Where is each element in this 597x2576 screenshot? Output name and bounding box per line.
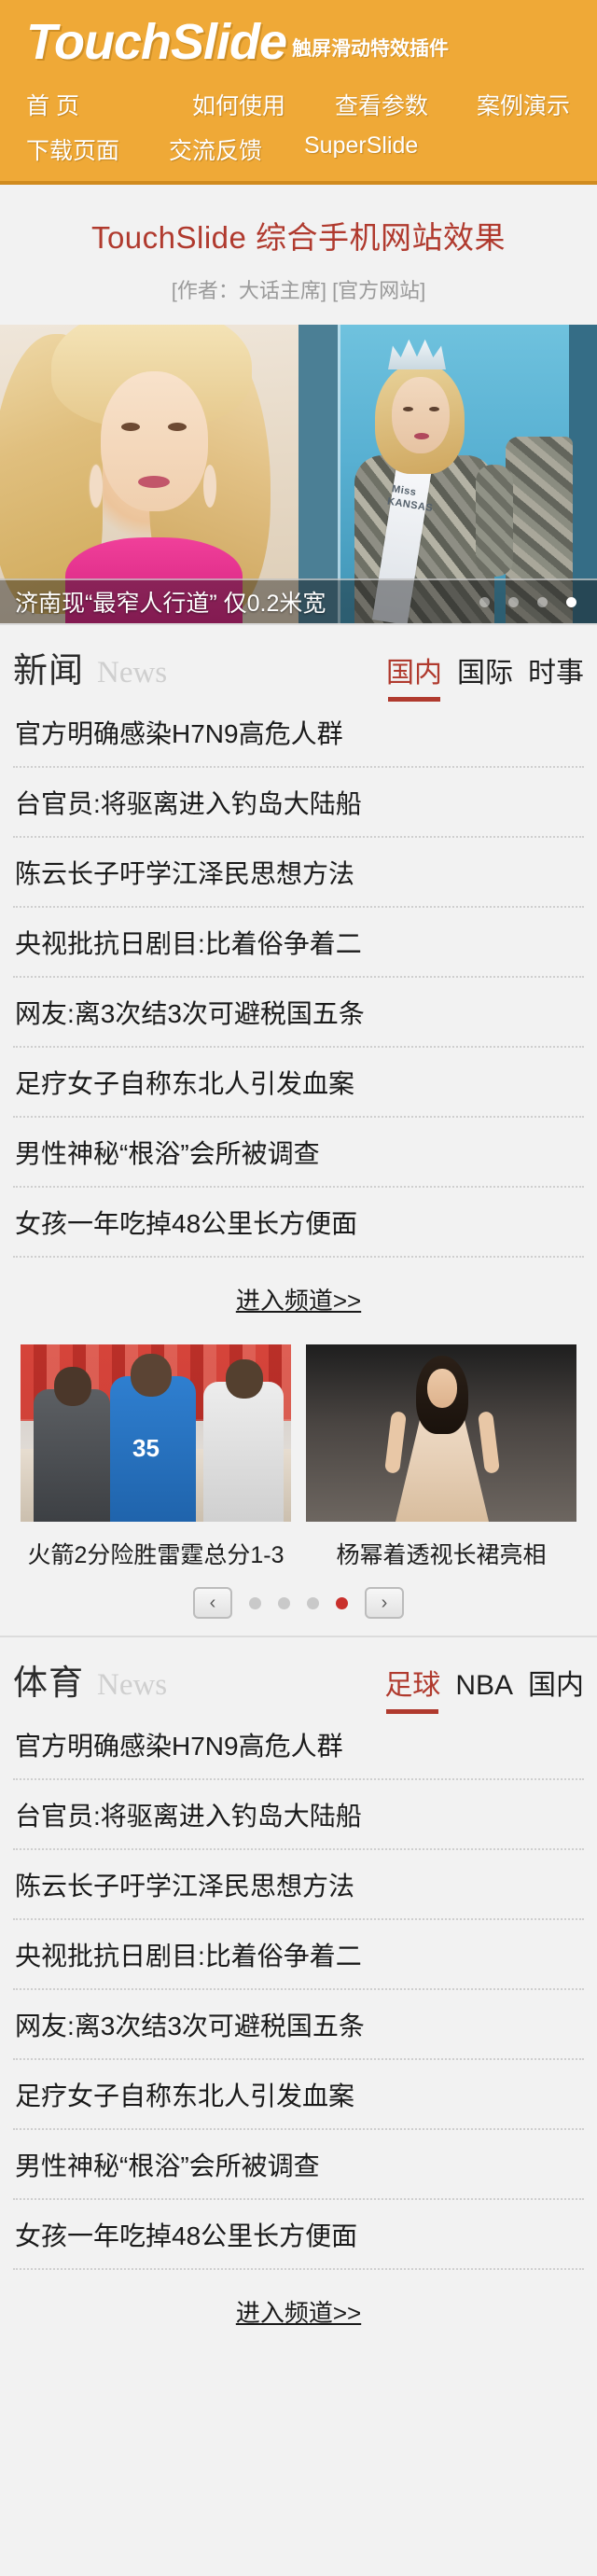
primary-nav-row-2: 下载页面 交流反馈 SuperSlide xyxy=(0,132,597,166)
nav-item-how-to-use[interactable]: 如何使用 xyxy=(192,88,335,121)
list-item[interactable]: 网友:离3次结3次可避税国五条 xyxy=(13,978,584,1048)
list-item[interactable]: 男性神秘“根浴”会所被调查 xyxy=(13,2130,584,2200)
decorative-shape xyxy=(101,371,208,511)
tab-sports-football[interactable]: 足球 xyxy=(384,1662,440,1714)
tab-news-current-affairs[interactable]: 时事 xyxy=(528,649,584,700)
decorative-shape xyxy=(90,465,103,508)
section-sports-title-en: News xyxy=(97,1668,168,1702)
news-more-wrap: 进入频道>> xyxy=(0,1258,597,1339)
pager-dots xyxy=(249,1596,348,1609)
decorative-shape xyxy=(34,1389,110,1522)
banner-caption-bar: 济南现“最窄人行道” 仅0.2米宽 xyxy=(0,578,597,623)
decorative-shape xyxy=(131,1354,172,1397)
pager-dot-2[interactable] xyxy=(278,1596,290,1609)
decorative-shape xyxy=(54,1367,91,1406)
pager-dot-3[interactable] xyxy=(307,1596,319,1609)
picture-thumbnail-celebrity[interactable] xyxy=(306,1344,576,1522)
page-title: TouchSlide 综合手机网站效果 xyxy=(90,220,507,255)
author-link[interactable]: [作者：大话主席] xyxy=(172,279,326,302)
section-sports: 体育 News 足球 NBA 国内 官方明确感染H7N9高危人群 台官员:将驱离… xyxy=(0,1636,597,2351)
nav-item-demos[interactable]: 案例演示 xyxy=(477,88,570,121)
section-news-title-en: News xyxy=(97,656,168,689)
nav-item-home[interactable]: 首 页 xyxy=(26,88,192,121)
sports-more-wrap: 进入频道>> xyxy=(0,2270,597,2351)
logo-sub-text: 触屏滑动特效插件 xyxy=(292,38,450,60)
banner-dot-1[interactable] xyxy=(479,596,490,607)
next-arrow-icon[interactable]: › xyxy=(365,1587,404,1619)
list-item[interactable]: 官方明确感染H7N9高危人群 xyxy=(13,1710,584,1780)
logo: TouchSlide 触屏滑动特效插件 xyxy=(0,17,597,67)
prev-arrow-icon[interactable]: ‹ xyxy=(193,1587,232,1619)
picture-slider[interactable]: 35 火箭2分险胜雷霆总分1-3 杨幂着透视长裙亮相 ‹ › xyxy=(0,1339,597,1636)
pager-dot-4-active[interactable] xyxy=(336,1596,348,1609)
decorative-shape xyxy=(203,465,216,508)
decorative-shape xyxy=(429,407,439,411)
banner-dot-2[interactable] xyxy=(508,596,519,607)
list-item[interactable]: 足疗女子自称东北人引发血案 xyxy=(13,1048,584,1118)
banner-dot-4-active[interactable] xyxy=(566,596,576,607)
section-news-tabs: 国内 国际 时事 xyxy=(386,649,584,702)
section-news: 新闻 News 国内 国际 时事 官方明确感染H7N9高危人群 台官员:将驱离进… xyxy=(0,623,597,1636)
list-item[interactable]: 陈云长子吁学江泽民思想方法 xyxy=(13,838,584,908)
list-item[interactable]: 网友:离3次结3次可避税国五条 xyxy=(13,1990,584,2060)
list-item[interactable]: 台官员:将驱离进入钓岛大陆船 xyxy=(13,1780,584,1850)
tab-news-domestic[interactable]: 国内 xyxy=(386,649,442,702)
site-header: TouchSlide 触屏滑动特效插件 首 页 如何使用 查看参数 案例演示 下… xyxy=(0,0,597,185)
decorative-shape xyxy=(168,423,187,431)
banner-dot-indicators[interactable] xyxy=(479,596,582,607)
jersey-number: 35 xyxy=(132,1434,160,1462)
banner-slider[interactable]: Miss KANSAS 济南现“最窄人行道” 仅0.2米宽 xyxy=(0,325,597,623)
picture-row: 35 火箭2分险胜雷霆总分1-3 杨幂着透视长裙亮相 xyxy=(0,1344,597,1570)
list-item[interactable]: 央视批抗日剧目:比着俗争着二 xyxy=(13,908,584,978)
sash-text: Miss KANSAS xyxy=(386,483,435,514)
banner-dot-3[interactable] xyxy=(537,596,548,607)
section-news-header: 新闻 News 国内 国际 时事 xyxy=(0,625,597,702)
tab-sports-nba[interactable]: NBA xyxy=(455,1670,513,1711)
decorative-shape xyxy=(427,1369,457,1408)
news-list: 官方明确感染H7N9高危人群 台官员:将驱离进入钓岛大陆船 陈云长子吁学江泽民思… xyxy=(0,698,597,1258)
nav-item-view-params[interactable]: 查看参数 xyxy=(335,88,477,121)
section-news-title-cn: 新闻 xyxy=(13,651,84,689)
decorative-shape xyxy=(138,476,170,488)
picture-thumbnail-basketball[interactable]: 35 xyxy=(21,1344,291,1522)
nav-item-feedback[interactable]: 交流反馈 xyxy=(169,132,304,166)
decorative-shape xyxy=(226,1359,263,1399)
section-sports-title-cn: 体育 xyxy=(13,1664,84,1702)
primary-nav-row-1: 首 页 如何使用 查看参数 案例演示 xyxy=(0,88,597,121)
banner-caption-text: 济南现“最窄人行道” 仅0.2米宽 xyxy=(15,591,326,617)
page-subtitle: [作者：大话主席] [官方网站] xyxy=(0,258,597,325)
decorative-shape xyxy=(121,423,140,431)
list-item[interactable]: 足疗女子自称东北人引发血案 xyxy=(13,2060,584,2130)
section-sports-header: 体育 News 足球 NBA 国内 xyxy=(0,1637,597,1714)
list-item[interactable]: 央视批抗日剧目:比着俗争着二 xyxy=(13,1920,584,1990)
picture-caption[interactable]: 杨幂着透视长裙亮相 xyxy=(306,1522,576,1570)
list-item[interactable]: 男性神秘“根浴”会所被调查 xyxy=(13,1118,584,1188)
enter-channel-link[interactable]: 进入频道>> xyxy=(236,1287,361,1315)
list-item[interactable]: 台官员:将驱离进入钓岛大陆船 xyxy=(13,768,584,838)
decorative-shape xyxy=(203,1382,284,1522)
section-sports-tabs: 足球 NBA 国内 xyxy=(384,1662,584,1714)
decorative-shape xyxy=(392,377,450,453)
decorative-shape xyxy=(414,433,429,439)
picture-cell[interactable]: 杨幂着透视长裙亮相 xyxy=(306,1344,576,1570)
crown-icon xyxy=(388,339,446,369)
logo-main-text: TouchSlide xyxy=(26,14,287,70)
tab-news-international[interactable]: 国际 xyxy=(457,649,513,700)
sports-list: 官方明确感染H7N9高危人群 台官员:将驱离进入钓岛大陆船 陈云长子吁学江泽民思… xyxy=(0,1710,597,2270)
picture-caption[interactable]: 火箭2分险胜雷霆总分1-3 xyxy=(21,1522,291,1570)
decorative-shape xyxy=(403,407,413,411)
decorative-shape xyxy=(476,465,513,577)
picture-cell[interactable]: 35 火箭2分险胜雷霆总分1-3 xyxy=(21,1344,291,1570)
list-item[interactable]: 女孩一年吃掉48公里长方便面 xyxy=(13,1188,584,1258)
list-item[interactable]: 官方明确感染H7N9高危人群 xyxy=(13,698,584,768)
nav-item-superslide[interactable]: SuperSlide xyxy=(304,132,418,166)
tab-sports-domestic[interactable]: 国内 xyxy=(528,1662,584,1712)
enter-channel-link[interactable]: 进入频道>> xyxy=(236,2299,361,2327)
pager-dot-1[interactable] xyxy=(249,1596,261,1609)
nav-item-download[interactable]: 下载页面 xyxy=(26,132,169,166)
picture-slider-pager: ‹ › xyxy=(0,1570,597,1636)
list-item[interactable]: 女孩一年吃掉48公里长方便面 xyxy=(13,2200,584,2270)
official-site-link[interactable]: [官方网站] xyxy=(332,279,425,302)
list-item[interactable]: 陈云长子吁学江泽民思想方法 xyxy=(13,1850,584,1920)
